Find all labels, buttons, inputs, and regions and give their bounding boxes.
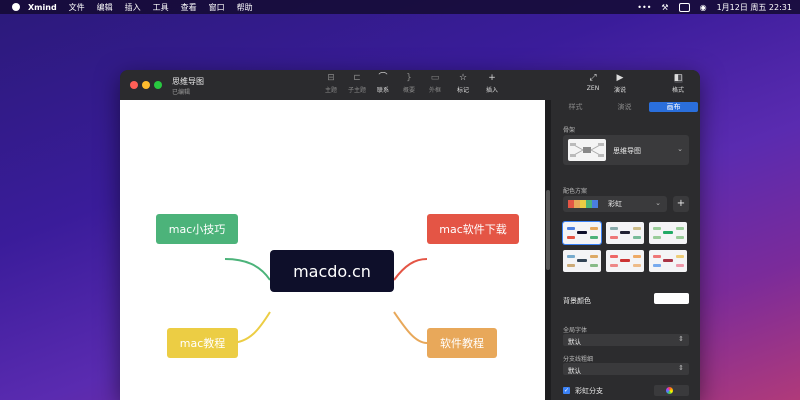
document-title: 思维导图 [172, 77, 204, 86]
branch-width-label: 分支线粗细 [563, 356, 594, 363]
format-panel: 样式 演说 画布 骨架 思维导图 ⌄ 配色方案 彩虹 ⌄ + 背景颜色 全局字体… [551, 100, 700, 400]
stepper-icon: ⇕ [678, 364, 684, 372]
tab-canvas[interactable]: 画布 [649, 102, 698, 112]
apple-icon[interactable] [12, 3, 20, 11]
present-button[interactable]: ▶ 演说 [607, 74, 633, 98]
menu-view[interactable]: 查看 [181, 2, 197, 13]
scrollbar-thumb[interactable] [546, 190, 550, 270]
sidebar-icon: ◧ [673, 73, 683, 83]
theme-option[interactable] [562, 221, 602, 245]
branch-width-value: 默认 [568, 367, 581, 375]
subtopic-icon: ⊏ [353, 73, 361, 83]
theme-option[interactable] [606, 250, 644, 272]
structure-thumbnail [568, 139, 606, 161]
structure-select[interactable]: 思维导图 ⌄ [563, 135, 689, 165]
topic-software-tutorial[interactable]: 软件教程 [427, 328, 497, 358]
insert-button[interactable]: + 插入 [479, 74, 505, 98]
marker-button[interactable]: ☆ 标记 [450, 74, 476, 98]
menu-bar: Xmind 文件 编辑 插入 工具 查看 窗口 帮助 ••• ⚒ ◉ 1月12日… [0, 0, 800, 14]
chevron-down-icon: ⌄ [655, 199, 661, 207]
panel-tabs: 样式 演说 画布 [551, 102, 700, 112]
fullscreen-icon: ⤢ [589, 73, 597, 83]
app-window: 思维导图 已编辑 ⊟ 主题 ⊏ 子主题 ⌒ 联系 } 概要 ▭ 外框 ☆ 标记 … [120, 70, 700, 400]
tab-present[interactable]: 演说 [600, 102, 649, 112]
menu-tools[interactable]: 工具 [153, 2, 169, 13]
global-font-select[interactable]: 默认 ⇕ [563, 334, 689, 346]
theme-option[interactable] [563, 250, 601, 272]
bg-color-picker[interactable] [654, 293, 689, 304]
branch-width-select[interactable]: 默认 ⇕ [563, 363, 689, 375]
rainbow-branch-label: 彩虹分支 [575, 387, 603, 395]
title-bar: 思维导图 已编辑 ⊟ 主题 ⊏ 子主题 ⌒ 联系 } 概要 ▭ 外框 ☆ 标记 … [120, 70, 700, 101]
tab-style[interactable]: 样式 [551, 102, 600, 112]
siri-icon[interactable]: ◉ [700, 3, 707, 12]
theme-option[interactable] [649, 222, 687, 244]
branch-line-mac-tips [224, 258, 271, 281]
play-icon: ▶ [616, 73, 624, 83]
rainbow-color-picker[interactable] [654, 385, 689, 396]
menu-app-name[interactable]: Xmind [28, 3, 57, 12]
chevron-down-icon: ⌄ [677, 145, 683, 153]
close-window-button[interactable] [130, 81, 138, 89]
color-scheme-select[interactable]: 彩虹 ⌄ [563, 196, 667, 212]
menu-clock[interactable]: 1月12日 周五 22:31 [717, 2, 792, 13]
star-icon: ☆ [458, 73, 468, 83]
rainbow-icon [666, 387, 673, 394]
central-topic[interactable]: macdo.cn [270, 250, 394, 292]
topic-icon: ⊟ [327, 73, 335, 83]
tool-icon[interactable]: ⚒ [661, 3, 668, 12]
menu-edit[interactable]: 编辑 [97, 2, 113, 13]
relation-button[interactable]: ⌒ 联系 [370, 74, 396, 98]
branch-line-software-tutorial [393, 311, 428, 344]
menu-file[interactable]: 文件 [69, 2, 85, 13]
topic-mac-tutorial[interactable]: mac教程 [167, 328, 238, 358]
structure-value: 思维导图 [613, 147, 641, 155]
color-scheme-label: 配色方案 [563, 188, 588, 195]
menu-help[interactable]: 帮助 [237, 2, 253, 13]
topic-mac-tips[interactable]: mac小技巧 [156, 214, 238, 244]
menu-window[interactable]: 窗口 [209, 2, 225, 13]
rainbow-branch-checkbox[interactable]: ✓ [563, 387, 570, 394]
structure-preview [570, 143, 604, 157]
swatch-icon [592, 200, 598, 208]
global-font-value: 默认 [568, 338, 581, 346]
global-font-label: 全局字体 [563, 327, 588, 334]
add-color-scheme-button[interactable]: + [673, 196, 689, 212]
boundary-icon: ▭ [430, 73, 440, 83]
branch-line-mac-download [393, 258, 428, 281]
topic-button[interactable]: ⊟ 主题 [318, 74, 344, 98]
structure-label: 骨架 [563, 127, 576, 134]
stepper-icon: ⇕ [678, 335, 684, 343]
minimize-window-button[interactable] [142, 81, 150, 89]
summary-button[interactable]: } 概要 [396, 74, 422, 98]
plus-icon: + [488, 73, 496, 83]
control-center-icon[interactable] [678, 2, 690, 12]
zoom-window-button[interactable] [154, 81, 162, 89]
more-icon[interactable]: ••• [637, 3, 651, 12]
mindmap-canvas[interactable]: macdo.cn mac小技巧 mac软件下载 mac教程 软件教程 [120, 100, 545, 400]
boundary-button[interactable]: ▭ 外框 [422, 74, 448, 98]
document-status: 已编辑 [172, 89, 191, 96]
relation-icon: ⌒ [378, 73, 388, 83]
format-button[interactable]: ◧ 格式 [665, 74, 691, 98]
color-scheme-value: 彩虹 [608, 200, 622, 208]
summary-icon: } [406, 73, 412, 83]
theme-option[interactable] [649, 250, 687, 272]
theme-option[interactable] [606, 222, 644, 244]
topic-mac-download[interactable]: mac软件下载 [427, 214, 519, 244]
menu-insert[interactable]: 插入 [125, 2, 141, 13]
subtopic-button[interactable]: ⊏ 子主题 [344, 74, 370, 98]
bg-color-label: 背景颜色 [563, 297, 591, 305]
zen-button[interactable]: ⤢ ZEN [580, 74, 606, 98]
